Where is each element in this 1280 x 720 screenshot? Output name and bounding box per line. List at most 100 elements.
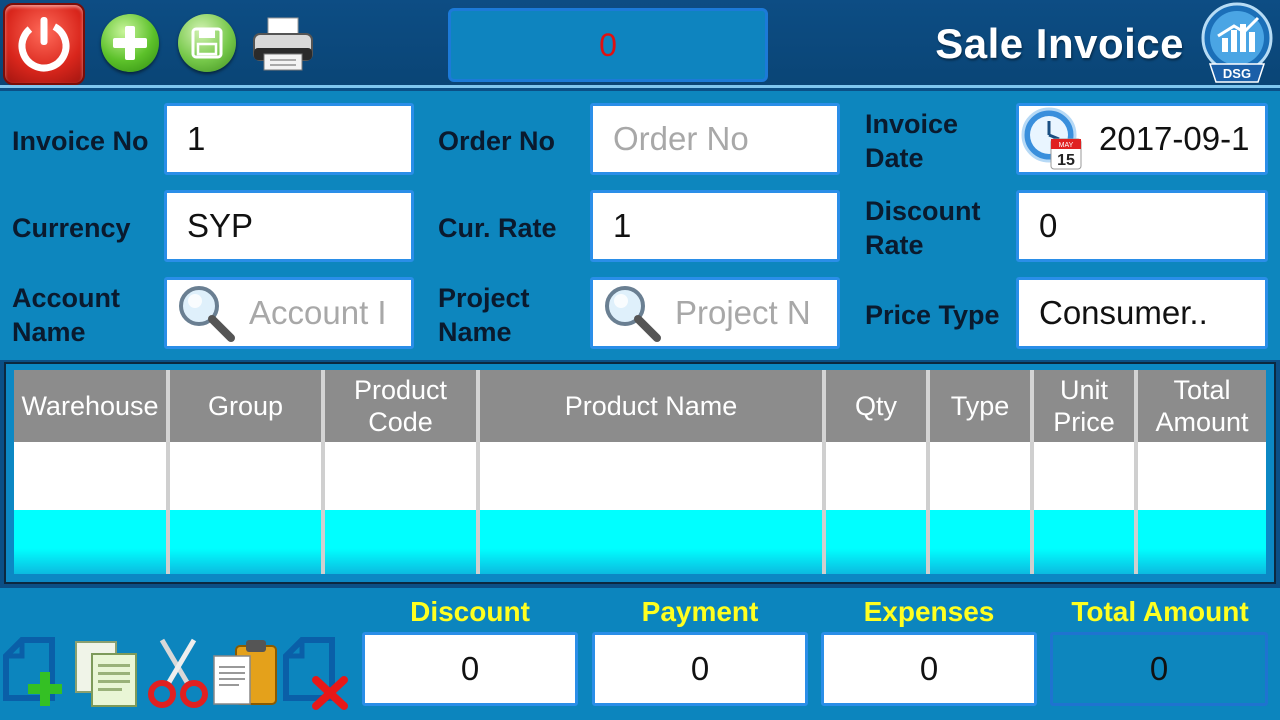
project-name-label-line2: Name — [438, 317, 512, 347]
column-header-unit-price[interactable]: Unit Price — [1034, 370, 1138, 442]
products-grid: Warehouse Group Product Code Product Nam… — [4, 362, 1276, 584]
column-header-warehouse[interactable]: Warehouse — [14, 370, 170, 442]
project-name-label-line1: Project — [438, 283, 530, 313]
order-no-placeholder: Order No — [613, 120, 749, 157]
discount-rate-label: Discount Rate — [865, 194, 981, 262]
table-cell[interactable] — [1138, 510, 1266, 574]
add-button[interactable] — [101, 14, 159, 72]
table-cell[interactable] — [930, 510, 1034, 574]
currency-value: SYP — [187, 207, 254, 244]
paste-icon[interactable] — [210, 636, 282, 710]
invoice-no-value: 1 — [187, 120, 206, 157]
calendar-clock-icon: MAY 15 — [1021, 107, 1082, 170]
plus-icon — [113, 26, 147, 60]
page-title: Sale Invoice — [935, 20, 1184, 67]
dsg-logo: DSG — [1196, 2, 1278, 86]
table-cell[interactable] — [325, 510, 480, 574]
cut-icon[interactable] — [142, 636, 214, 710]
price-type-select[interactable]: Consumer.. — [1016, 277, 1268, 349]
account-name-label-line1: Account — [12, 283, 120, 313]
table-cell[interactable] — [480, 442, 826, 510]
table-row[interactable] — [14, 442, 1266, 510]
grid-header: Warehouse Group Product Code Product Nam… — [14, 370, 1266, 442]
account-name-label: Account Name — [12, 281, 120, 349]
account-name-placeholder: Account I — [249, 294, 387, 331]
expenses-field[interactable]: 0 — [821, 632, 1037, 706]
power-icon — [18, 17, 70, 72]
total-amount-display: 0 — [1050, 632, 1268, 706]
discount-rate-label-line2: Rate — [865, 230, 924, 260]
invoice-no-field[interactable]: 1 — [164, 103, 414, 175]
invoice-date-label-line2: Date — [865, 143, 924, 173]
logo-text: DSG — [1223, 66, 1251, 81]
cur-rate-label: Cur. Rate — [438, 213, 557, 243]
table-cell[interactable] — [480, 510, 826, 574]
column-header-qty[interactable]: Qty — [826, 370, 930, 442]
table-cell[interactable] — [170, 442, 325, 510]
table-cell[interactable] — [14, 442, 170, 510]
column-header-group[interactable]: Group — [170, 370, 325, 442]
save-button[interactable] — [178, 14, 236, 72]
cur-rate-value: 1 — [613, 207, 632, 244]
table-cell[interactable] — [170, 510, 325, 574]
calendar-day: 15 — [1057, 152, 1075, 169]
project-name-label: Project Name — [438, 281, 530, 349]
discount-rate-field[interactable]: 0 — [1016, 190, 1268, 262]
table-cell[interactable] — [325, 442, 480, 510]
invoice-date-value: 2017-09-1 — [1099, 120, 1250, 157]
total-amount-label: Total Amount — [1071, 596, 1249, 627]
currency-label: Currency — [12, 213, 131, 243]
payment-value: 0 — [690, 650, 710, 687]
printer-icon — [253, 17, 313, 71]
search-icon[interactable] — [175, 282, 237, 344]
invoice-no-label: Invoice No — [12, 126, 149, 156]
column-header-total-amount[interactable]: Total Amount — [1138, 370, 1266, 442]
total-amount-value: 0 — [1149, 650, 1169, 687]
column-header-type[interactable]: Type — [930, 370, 1034, 442]
account-name-label-line2: Name — [12, 317, 86, 347]
top-toolbar: 0 Sale Invoice DSG — [0, 0, 1280, 88]
totals-panel: Discount 0 Payment 0 Expenses 0 Total Am… — [0, 588, 1280, 720]
new-document-icon[interactable] — [0, 636, 72, 710]
price-type-value: Consumer.. — [1039, 294, 1208, 331]
cur-rate-field[interactable]: 1 — [590, 190, 840, 262]
expenses-value: 0 — [919, 650, 939, 687]
invoice-date-field[interactable]: MAY 15 2017-09-1 — [1016, 103, 1268, 175]
table-cell[interactable] — [826, 442, 930, 510]
print-button[interactable] — [250, 12, 316, 76]
table-cell[interactable] — [1138, 442, 1266, 510]
search-icon[interactable] — [601, 282, 663, 344]
record-counter-value: 0 — [599, 26, 617, 63]
expenses-label: Expenses — [863, 596, 995, 627]
project-name-placeholder: Project N — [675, 294, 811, 331]
calendar-month: MAY — [1059, 142, 1074, 149]
column-header-product-code[interactable]: Product Code — [325, 370, 480, 442]
discount-value: 0 — [460, 650, 480, 687]
table-cell[interactable] — [14, 510, 170, 574]
currency-field[interactable]: SYP — [164, 190, 414, 262]
invoice-date-label-line1: Invoice — [865, 109, 959, 139]
discount-rate-value: 0 — [1039, 207, 1058, 244]
project-name-field[interactable]: Project N — [590, 277, 840, 349]
invoice-form: Invoice No 1 Order No Order No Invoice D… — [0, 91, 1280, 360]
discount-label: Discount — [410, 596, 530, 627]
power-button[interactable] — [3, 3, 85, 85]
order-no-field[interactable]: Order No — [590, 103, 840, 175]
record-counter: 0 — [448, 8, 768, 82]
delete-document-icon[interactable] — [280, 636, 352, 710]
order-no-label: Order No — [438, 126, 556, 156]
copy-icon[interactable] — [70, 636, 142, 710]
floppy-disk-icon — [191, 27, 223, 59]
table-cell[interactable] — [930, 442, 1034, 510]
invoice-date-label: Invoice Date — [865, 107, 958, 175]
table-cell[interactable] — [1034, 442, 1138, 510]
account-name-field[interactable]: Account I — [164, 277, 414, 349]
table-cell[interactable] — [1034, 510, 1138, 574]
discount-rate-label-line1: Discount — [865, 196, 981, 226]
column-header-product-name[interactable]: Product Name — [480, 370, 826, 442]
discount-field[interactable]: 0 — [362, 632, 578, 706]
table-cell[interactable] — [826, 510, 930, 574]
table-row[interactable] — [14, 510, 1266, 574]
payment-field[interactable]: 0 — [592, 632, 808, 706]
payment-label: Payment — [641, 596, 759, 627]
